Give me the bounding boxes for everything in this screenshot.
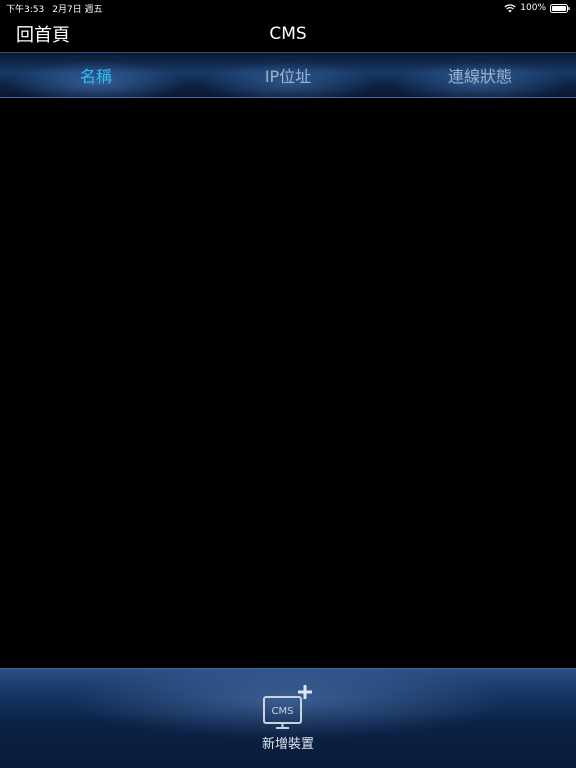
- status-left: 下午3:53 2月7日 週五: [6, 2, 103, 15]
- app-window: 下午3:53 2月7日 週五 100% 回首頁 CMS 名稱 IP位址 連線狀態…: [0, 0, 576, 768]
- page-title: CMS: [269, 24, 307, 44]
- monitor-add-icon: CMS: [261, 683, 315, 729]
- status-bar: 下午3:53 2月7日 週五 100%: [0, 0, 576, 16]
- column-header-bar: 名稱 IP位址 連線狀態: [0, 52, 576, 98]
- status-right: 100%: [504, 3, 570, 13]
- column-header-status[interactable]: 連線狀態: [384, 53, 576, 97]
- bottom-toolbar: CMS 新增裝置: [0, 668, 576, 768]
- status-date: 2月7日 週五: [52, 4, 103, 15]
- add-device-label: 新增裝置: [261, 737, 314, 752]
- battery-percent: 100%: [520, 3, 546, 13]
- battery-full-icon: [550, 3, 570, 13]
- status-time: 下午3:53: [6, 4, 45, 15]
- navigation-bar: 回首頁 CMS: [0, 16, 576, 52]
- monitor-icon-text: CMS: [272, 706, 294, 717]
- column-header-ip[interactable]: IP位址: [192, 53, 384, 97]
- device-list[interactable]: [0, 98, 576, 668]
- column-header-name[interactable]: 名稱: [0, 53, 192, 97]
- wifi-icon: [504, 3, 516, 13]
- back-home-button[interactable]: 回首頁: [16, 21, 70, 47]
- add-device-button[interactable]: CMS 新增裝置: [228, 683, 348, 768]
